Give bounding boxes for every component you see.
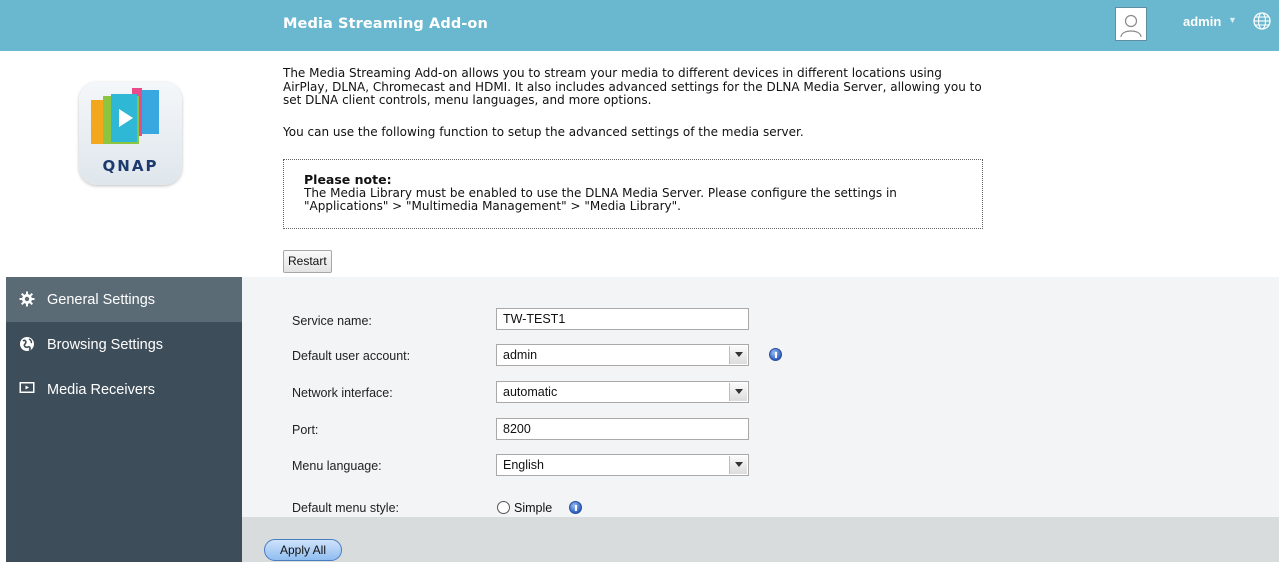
user-avatar[interactable] — [1115, 7, 1147, 41]
port-label: Port: — [292, 423, 319, 437]
info-icon[interactable] — [569, 501, 582, 514]
language-globe-icon[interactable] — [1252, 11, 1272, 31]
sidebar-item-browsing-settings[interactable]: Browsing Settings — [6, 322, 242, 367]
restart-button[interactable]: Restart — [283, 250, 332, 273]
default-user-label: Default user account: — [292, 349, 411, 363]
top-bar: Media Streaming Add-on admin ▼ — [0, 0, 1279, 51]
service-name-input[interactable] — [496, 308, 749, 330]
user-icon — [1120, 14, 1142, 38]
note-box: Please note: The Media Library must be e… — [283, 159, 983, 229]
network-interface-select[interactable]: automatic — [496, 381, 749, 403]
note-body: The Media Library must be enabled to use… — [304, 185, 897, 213]
chevron-down-icon[interactable] — [729, 456, 747, 474]
note-title: Please note: — [304, 172, 392, 187]
menu-style-simple-label: Simple — [514, 501, 553, 515]
footer-bar: Apply All — [242, 517, 1279, 562]
chevron-down-icon[interactable]: ▼ — [1228, 15, 1237, 25]
intro-paragraph: The Media Streaming Add-on allows you to… — [283, 66, 982, 107]
app-title: Media Streaming Add-on — [283, 16, 488, 32]
gear-icon — [19, 291, 35, 307]
sidebar: General Settings Browsing Settings Media… — [6, 277, 242, 562]
chevron-down-icon[interactable] — [729, 346, 747, 364]
network-interface-label: Network interface: — [292, 386, 393, 400]
menu-language-value: English — [503, 458, 544, 472]
default-user-value: admin — [503, 348, 538, 362]
sidebar-item-general-settings[interactable]: General Settings — [6, 277, 242, 322]
sidebar-item-label: Media Receivers — [47, 382, 155, 398]
default-user-select[interactable]: admin — [496, 344, 749, 366]
menu-language-select[interactable]: English — [496, 454, 749, 476]
screen-icon — [19, 382, 35, 393]
user-menu[interactable]: admin — [1183, 14, 1221, 29]
service-name-label: Service name: — [292, 314, 372, 328]
network-interface-value: automatic — [503, 385, 558, 399]
globe-icon — [20, 337, 34, 351]
chevron-down-icon[interactable] — [729, 383, 747, 401]
info-icon[interactable] — [769, 348, 782, 361]
app-logo: QNAP — [79, 82, 182, 185]
sidebar-item-label: Browsing Settings — [47, 337, 164, 353]
apply-all-button[interactable]: Apply All — [264, 539, 342, 561]
logo-text: QNAP — [102, 157, 159, 175]
sidebar-item-label: General Settings — [47, 292, 156, 308]
menu-style-label: Default menu style: — [292, 501, 399, 515]
setup-hint: You can use the following function to se… — [283, 125, 804, 139]
media-streaming-logo-icon — [91, 88, 159, 144]
port-input[interactable] — [496, 418, 749, 440]
menu-style-simple-radio[interactable] — [497, 501, 510, 514]
sidebar-item-media-receivers[interactable]: Media Receivers — [6, 367, 242, 412]
general-settings-form: Service name: Default user account: admi… — [242, 277, 1279, 517]
menu-language-label: Menu language: — [292, 459, 382, 473]
